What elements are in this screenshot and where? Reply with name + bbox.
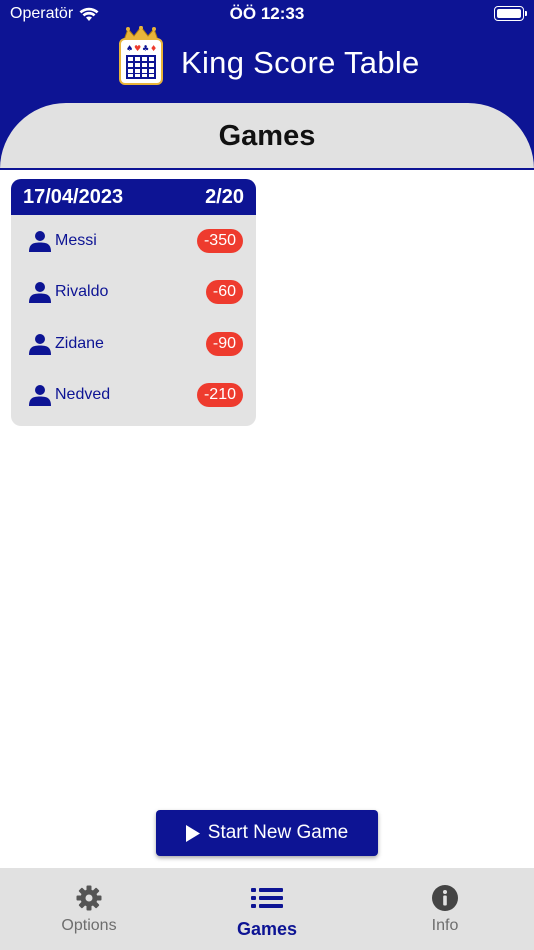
score-badge: -210	[196, 383, 243, 408]
app-header: Operatör ÖÖ 12:33 ♠ ♥ ♣ ♦ King Score Tab…	[0, 0, 534, 170]
person-icon	[29, 282, 51, 304]
svg-text:♥: ♥	[134, 44, 141, 53]
player-name: Zidane	[55, 334, 104, 352]
game-progress: 2/20	[205, 185, 244, 208]
start-new-game-label: Start New Game	[207, 822, 349, 843]
person-icon	[29, 385, 51, 407]
score-badge: -60	[205, 280, 243, 305]
battery-icon	[494, 6, 527, 21]
app-logo-icon: ♠ ♥ ♣ ♦	[119, 26, 163, 85]
score-badge: -350	[196, 228, 243, 253]
tab-options[interactable]: Options	[0, 868, 178, 950]
person-icon	[29, 333, 51, 355]
list-item: Nedved -210	[11, 370, 256, 422]
tab-games[interactable]: Games	[178, 868, 356, 950]
status-bar: Operatör ÖÖ 12:33	[0, 0, 534, 28]
player-name: Messi	[55, 231, 97, 249]
tab-label: Options	[61, 917, 117, 934]
game-card[interactable]: 17/04/2023 2/20 Messi -350 Rivaldo -60 Z…	[11, 179, 256, 426]
tab-bar: Options Games Info	[0, 868, 534, 950]
game-card-header: 17/04/2023 2/20	[11, 179, 256, 215]
player-name: Rivaldo	[55, 283, 109, 301]
info-icon	[432, 885, 458, 911]
start-new-game-button[interactable]: Start New Game	[156, 810, 378, 856]
list-icon	[251, 888, 283, 908]
brand: ♠ ♥ ♣ ♦ King Score Table	[118, 26, 420, 86]
game-date: 17/04/2023	[23, 185, 124, 208]
list-item: Zidane -90	[11, 318, 256, 370]
section-header: Games	[0, 103, 534, 169]
play-icon	[185, 824, 200, 842]
tab-info[interactable]: Info	[356, 868, 534, 950]
clock: ÖÖ 12:33	[229, 4, 305, 23]
svg-text:♦: ♦	[150, 44, 157, 53]
person-icon	[29, 230, 51, 252]
player-name: Nedved	[55, 386, 111, 404]
list-item: Rivaldo -60	[11, 267, 256, 319]
gear-icon	[76, 885, 102, 911]
svg-text:♠: ♠	[126, 44, 133, 53]
divider	[0, 168, 534, 170]
list-item: Messi -350	[11, 215, 256, 267]
svg-text:♣: ♣	[142, 44, 149, 53]
tab-label: Info	[431, 917, 459, 934]
app-title: King Score Table	[181, 45, 420, 80]
tab-label: Games	[236, 919, 298, 939]
page-title: Games	[218, 120, 316, 152]
score-badge: -90	[205, 331, 243, 356]
